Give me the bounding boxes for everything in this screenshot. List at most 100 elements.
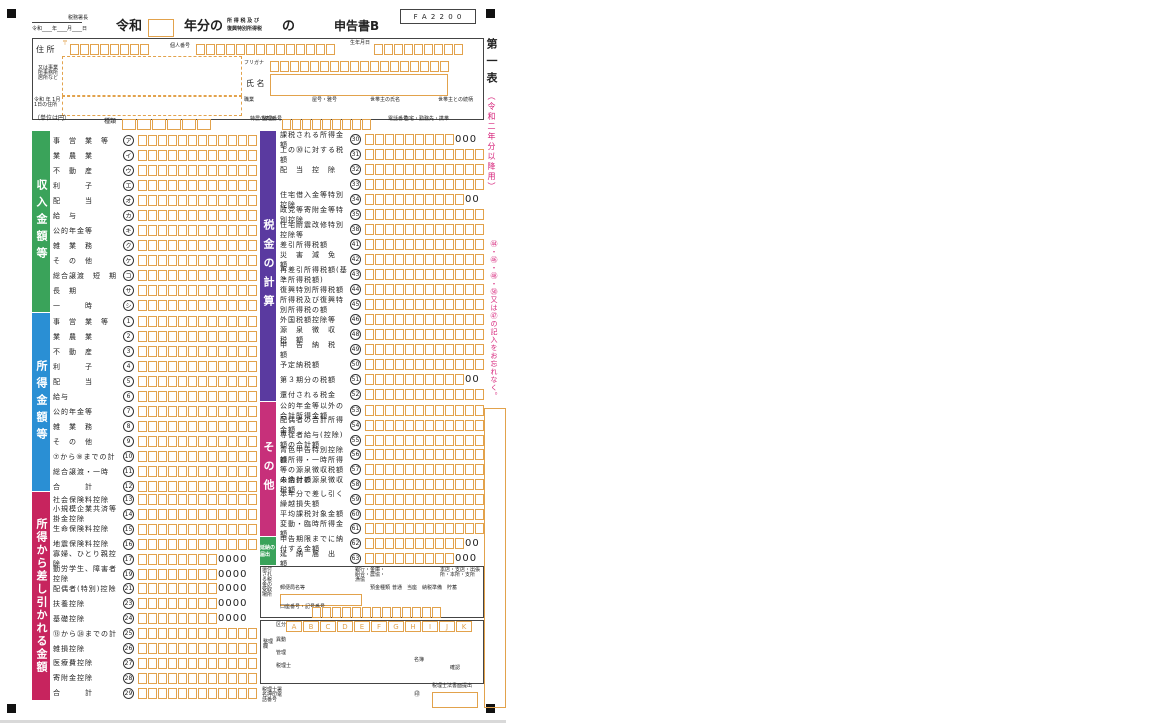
tax-amount-cells[interactable] xyxy=(365,299,485,310)
other-amount-cells[interactable] xyxy=(365,464,485,476)
tax-accountant-law-cells[interactable] xyxy=(432,692,478,708)
admin-letter-cell[interactable]: I xyxy=(422,621,438,632)
tax-amount-cells[interactable] xyxy=(365,254,485,265)
admin-letter-cell[interactable]: G xyxy=(388,621,404,632)
income-amount-cells[interactable] xyxy=(138,331,258,342)
income-amount-cells[interactable] xyxy=(138,316,258,327)
deduction-amount-cells[interactable] xyxy=(138,657,258,669)
other-amount-cells[interactable] xyxy=(365,479,485,490)
tax-amount-cells[interactable] xyxy=(365,164,485,175)
deduction-amount-cells[interactable] xyxy=(138,494,258,505)
deduction-amount-cells[interactable] xyxy=(138,523,258,535)
tax-amount-cells[interactable] xyxy=(365,329,485,340)
tax-amount-cells[interactable] xyxy=(365,269,485,280)
other-amount-cells[interactable] xyxy=(365,405,485,416)
year-input[interactable] xyxy=(148,19,174,37)
side-reference-boxes[interactable] xyxy=(484,408,506,708)
deduction-amount-cells[interactable] xyxy=(138,643,258,654)
revenue-amount-cells[interactable] xyxy=(138,180,258,191)
zip-cells[interactable] xyxy=(70,40,160,55)
income-amount-cells[interactable] xyxy=(138,391,258,402)
revenue-amount-cells[interactable] xyxy=(138,270,258,281)
income-amount-cells[interactable] xyxy=(138,421,258,432)
income-amount-cells[interactable] xyxy=(138,466,258,477)
income-amount-cells[interactable] xyxy=(138,481,258,492)
revenue-amount-cells[interactable] xyxy=(138,150,258,161)
deposit-kinds[interactable]: 普通 当座 納税準備 貯蓄 xyxy=(392,586,457,591)
admin-letter-cell[interactable]: B xyxy=(303,621,319,632)
admin-letter-cell[interactable]: E xyxy=(354,621,370,632)
tax-amount-cells[interactable] xyxy=(365,314,485,325)
other-amount-cells[interactable] xyxy=(365,493,485,505)
tax-amount-cells[interactable] xyxy=(365,224,485,235)
admin-letter-cell[interactable]: F xyxy=(371,621,387,632)
admin-letter-cell[interactable]: A xyxy=(286,621,302,632)
income-amount-cells[interactable] xyxy=(138,406,258,417)
income-amount-cells[interactable] xyxy=(138,376,258,387)
admin-letter-cell[interactable]: C xyxy=(320,621,336,632)
other-amount-cells[interactable] xyxy=(365,553,455,564)
admin-letter-cell[interactable]: D xyxy=(337,621,353,632)
deduction-amount-cells[interactable] xyxy=(138,687,258,699)
tax-amount-cells[interactable] xyxy=(365,194,465,205)
account-cells[interactable] xyxy=(312,603,452,618)
income-row-label: 配 当 xyxy=(53,377,93,386)
admin-letter-cell[interactable]: K xyxy=(456,621,472,632)
seiri-cells[interactable] xyxy=(282,115,382,130)
kind-selector[interactable] xyxy=(122,115,242,130)
deposit-label: 預金種類 xyxy=(370,585,391,591)
tax-amount-cells[interactable] xyxy=(365,134,455,145)
revenue-amount-cells[interactable] xyxy=(138,255,258,266)
deduction-amount-cells[interactable] xyxy=(138,568,218,580)
deduction-amount-cells[interactable] xyxy=(138,672,258,684)
deduction-amount-cells[interactable] xyxy=(138,538,258,550)
deduction-amount-cells[interactable] xyxy=(138,508,258,520)
tax-amount-cells[interactable] xyxy=(365,344,485,355)
revenue-row-number: エ xyxy=(123,180,134,191)
tax-amount-cells[interactable] xyxy=(365,239,485,250)
deduction-amount-cells[interactable] xyxy=(138,628,258,640)
admin-letter-cell[interactable]: J xyxy=(439,621,455,632)
revenue-amount-cells[interactable] xyxy=(138,165,258,176)
relation-label: 世帯主との続柄 xyxy=(438,97,473,103)
revenue-amount-cells[interactable] xyxy=(138,285,258,296)
birth-cells[interactable] xyxy=(374,40,474,55)
revenue-amount-cells[interactable] xyxy=(138,300,258,311)
deduction-amount-cells[interactable] xyxy=(138,583,218,595)
income-amount-cells[interactable] xyxy=(138,361,258,372)
tax-amount-cells[interactable] xyxy=(365,209,485,220)
tax-amount-cells[interactable] xyxy=(365,389,485,400)
income-amount-cells[interactable] xyxy=(138,451,258,462)
tax-amount-cells[interactable] xyxy=(365,359,485,370)
date-line: 令和____年____月____日 xyxy=(32,26,88,32)
other-amount-cells[interactable] xyxy=(365,538,465,550)
other-amount-cells[interactable] xyxy=(365,449,485,461)
deduction-amount-cells[interactable] xyxy=(138,613,218,625)
jan1-address-input[interactable] xyxy=(62,96,242,116)
address-input[interactable] xyxy=(62,56,242,96)
deduction-amount-cells[interactable] xyxy=(138,553,218,565)
kana-cells[interactable] xyxy=(270,57,460,72)
revenue-amount-cells[interactable] xyxy=(138,240,258,251)
revenue-amount-cells[interactable] xyxy=(138,195,258,206)
tax-amount-cells[interactable] xyxy=(365,179,485,190)
revenue-amount-cells[interactable] xyxy=(138,210,258,221)
tax-amount-cells[interactable] xyxy=(365,284,485,295)
income-amount-cells[interactable] xyxy=(138,436,258,447)
other-amount-cells[interactable] xyxy=(365,523,485,535)
seiri-label: 整理番号 xyxy=(262,116,283,122)
admin-letter-cell[interactable]: H xyxy=(405,621,421,632)
deduction-amount-cells[interactable] xyxy=(138,598,218,610)
income-amount-cells[interactable] xyxy=(138,346,258,357)
other-amount-cells[interactable] xyxy=(365,508,485,520)
other-amount-cells[interactable] xyxy=(365,419,485,431)
name-input[interactable] xyxy=(270,74,448,96)
other-amount-cells[interactable] xyxy=(365,434,485,446)
revenue-row-label: 総合譲渡 短 期 xyxy=(53,271,117,280)
revenue-amount-cells[interactable] xyxy=(138,135,258,146)
revenue-amount-cells[interactable] xyxy=(138,225,258,236)
admin-letter-cells[interactable]: ABCDEFGHIJK xyxy=(286,621,473,633)
tax-amount-cells[interactable] xyxy=(365,149,485,160)
personal-no-cells[interactable] xyxy=(196,40,346,55)
tax-amount-cells[interactable] xyxy=(365,374,465,385)
